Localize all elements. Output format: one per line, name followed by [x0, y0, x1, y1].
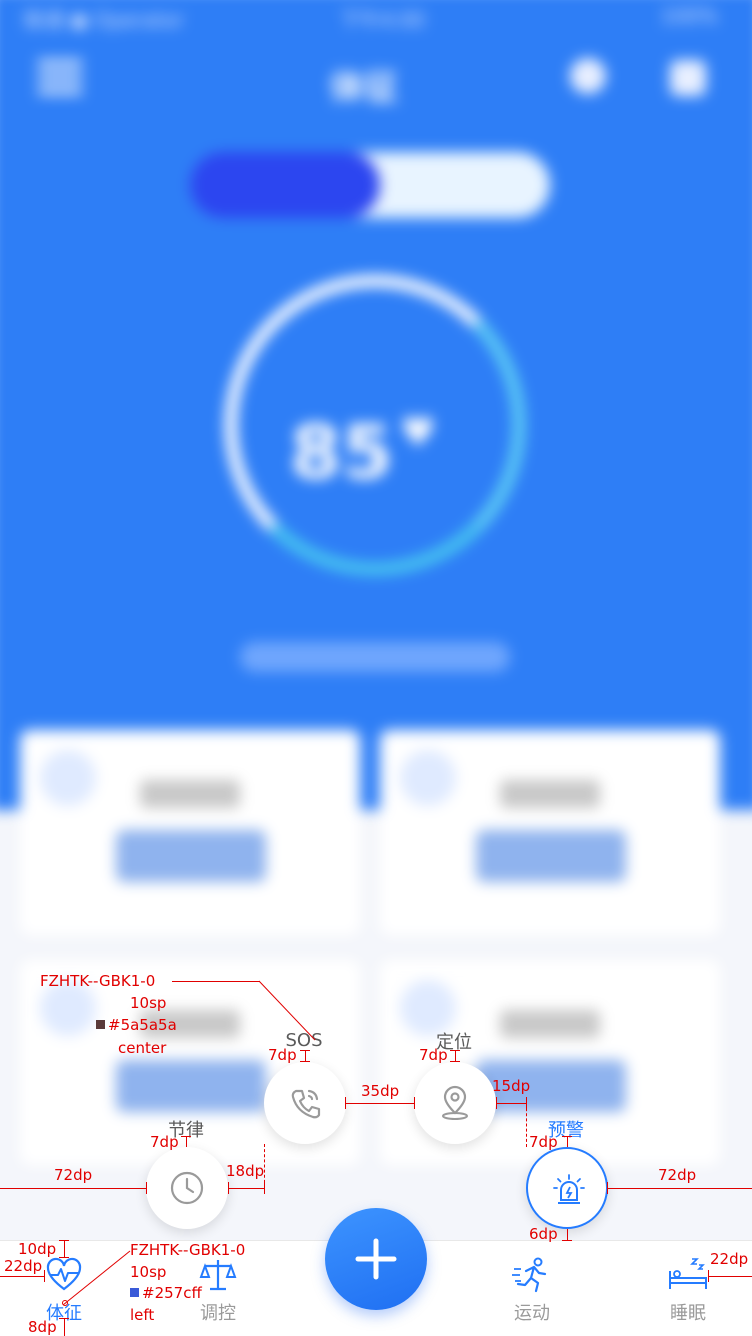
center-add-button[interactable]	[325, 1208, 427, 1310]
status-bar: 联通 ● Operator 下午4:00 100%	[10, 4, 742, 32]
clock-icon	[170, 1171, 204, 1205]
spec-font-bottom: FZHTK--GBK1-0	[130, 1241, 246, 1259]
dim-warning-gap: 7dp	[529, 1133, 558, 1151]
dim-rhythm-side: 18dp	[226, 1162, 265, 1180]
tab-exercise[interactable]: 运动	[482, 1241, 582, 1336]
dim-location-gap: 7dp	[419, 1046, 448, 1064]
segment-toggle	[190, 152, 550, 218]
dim-tab-bottom: 8dp	[28, 1318, 57, 1336]
location-pin-icon	[442, 1085, 468, 1120]
blurred-background: 联通 ● Operator 下午4:00 100% 体征 85 ♥	[0, 0, 752, 1336]
status-time: 下午4:00	[340, 8, 425, 32]
dim-warning-bottom: 6dp	[529, 1225, 558, 1243]
dim-right-edge: 72dp	[658, 1166, 697, 1184]
leader-line	[62, 1250, 131, 1306]
plus-icon	[355, 1238, 397, 1280]
heart-icon: ♥	[400, 410, 436, 456]
spec-font-top: FZHTK--GBK1-0	[40, 972, 156, 990]
spec-color-top: #5a5a5a	[96, 1016, 177, 1034]
dim-location-side: 15dp	[492, 1077, 531, 1095]
sleep-bed-icon	[669, 1258, 707, 1289]
leader-line	[258, 980, 316, 1041]
status-carrier: 联通 ● Operator	[24, 8, 184, 32]
dim-tab-left: 22dp	[4, 1257, 43, 1275]
sos-button[interactable]	[264, 1062, 346, 1144]
metric-card	[380, 730, 720, 935]
dim-rhythm-gap: 7dp	[150, 1133, 179, 1151]
tab-label: 睡眠	[670, 1303, 706, 1324]
scale-icon	[199, 1260, 237, 1291]
dim-tab-top: 10dp	[18, 1240, 57, 1258]
share-icon	[670, 60, 706, 96]
notification-icon	[570, 58, 606, 94]
warning-button[interactable]	[526, 1147, 608, 1229]
metric-card	[20, 730, 360, 935]
phone-icon	[291, 1089, 321, 1119]
rhythm-button[interactable]	[146, 1147, 228, 1229]
tab-label: 运动	[514, 1303, 550, 1324]
spec-size-bottom: 10sp	[130, 1263, 167, 1281]
spec-size-top: 10sp	[130, 994, 167, 1012]
dim-tab-right: 22dp	[710, 1250, 749, 1268]
dim-between: 35dp	[361, 1082, 400, 1100]
status-battery: 100%	[660, 4, 718, 28]
location-button[interactable]	[414, 1062, 496, 1144]
spec-align-bottom: left	[130, 1306, 155, 1324]
menu-icon	[38, 60, 82, 94]
score-value: 85	[290, 410, 393, 496]
running-icon	[512, 1257, 547, 1293]
dim-sos-gap: 7dp	[268, 1046, 297, 1064]
page-title: 体征	[330, 68, 398, 108]
tab-label: 调控	[200, 1303, 236, 1324]
spec-align-top: center	[118, 1039, 167, 1057]
alarm-siren-icon	[553, 1174, 585, 1204]
dim-left-edge: 72dp	[54, 1166, 93, 1184]
spec-color-bottom: #257cff	[130, 1284, 202, 1302]
hint-pill	[240, 642, 510, 672]
